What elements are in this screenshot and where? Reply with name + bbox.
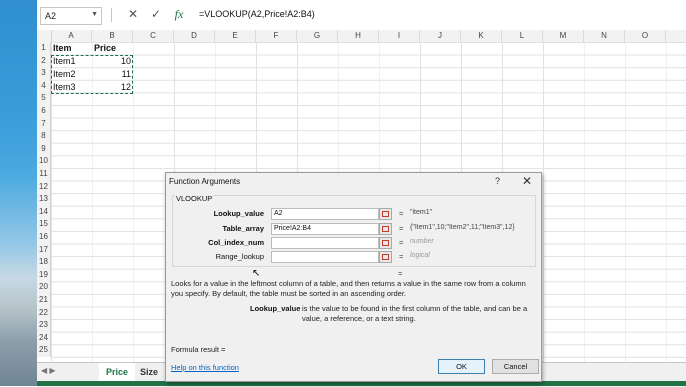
column-header-k[interactable]: K [461,30,502,42]
argument-description-text: is the value to be found in the first co… [302,304,528,323]
cancel-button[interactable]: Cancel [492,359,539,374]
range-lookup-label: Range_lookup [215,252,264,261]
column-header-d[interactable]: D [174,30,215,42]
column-header-i[interactable]: I [379,30,420,42]
ok-button[interactable]: OK [438,359,485,374]
row-header-3[interactable]: 3 [37,67,51,80]
cell-a1[interactable]: Item [53,42,72,54]
column-header-e[interactable]: E [215,30,256,42]
lookup-value-equals: = [399,209,404,218]
row-header-16[interactable]: 16 [37,231,51,244]
chevron-down-icon[interactable]: ▼ [91,11,98,18]
col-index-num-equals: = [399,238,404,247]
row-header-6[interactable]: 6 [37,105,51,118]
formula-result: Formula result = [171,345,226,354]
range-lookup-equals: = [399,252,404,261]
lookup-value-label: Lookup_value [213,209,264,218]
column-header-f[interactable]: F [256,30,297,42]
column-header-m[interactable]: M [543,30,584,42]
table-array-result: {"Item1",10;"Item2",11;"Item3",12} [410,224,515,231]
column-header-n[interactable]: N [584,30,625,42]
col-index-num-result: number [410,238,434,245]
argument-description-name: Lookup_value [250,304,301,313]
sheet-tab-price[interactable]: Price [99,363,136,383]
sheet-tab-size[interactable]: Size [133,363,165,381]
row-header-21[interactable]: 21 [37,294,51,307]
lookup-value-result: "item1" [410,209,433,216]
row-header-25[interactable]: 25 [37,344,51,357]
formula-bar-separator [111,8,112,22]
col-index-num-input[interactable] [271,237,379,249]
row-header-19[interactable]: 19 [37,268,51,282]
row-header-24[interactable]: 24 [37,331,51,345]
column-header-j[interactable]: J [420,30,461,42]
row-header-22[interactable]: 22 [37,306,51,320]
row-header-9[interactable]: 9 [37,142,51,156]
row-header-15[interactable]: 15 [37,218,51,231]
column-header-a[interactable]: A [51,30,92,42]
help-on-function-link[interactable]: Help on this function [171,363,239,372]
lookup-value-collapse-icon[interactable] [379,208,392,220]
mouse-pointer-icon: ↖ [252,268,261,279]
table-array-equals: = [399,224,404,233]
lookup-value-text: A2 [274,210,283,217]
row-header-20[interactable]: 20 [37,281,51,294]
column-header-o[interactable]: O [625,30,666,42]
column-header-b[interactable]: B [92,30,133,42]
lookup-value-input[interactable]: A2 [271,208,379,220]
function-name-label: VLOOKUP [175,194,214,203]
cancel-entry-icon[interactable]: ✕ [125,6,141,22]
column-header-c[interactable]: C [133,30,174,42]
row-header-23[interactable]: 23 [37,319,51,332]
help-icon[interactable]: ? [495,176,500,186]
dialog-title: Function Arguments [169,177,241,186]
name-box[interactable]: A2 ▼ [40,7,102,25]
row-header-4[interactable]: 4 [37,79,51,93]
insert-function-icon[interactable]: fx [171,6,187,22]
col-index-num-collapse-icon[interactable] [379,237,392,249]
range-lookup-input[interactable] [271,251,379,263]
range-lookup-result: logical [410,252,430,259]
row-header-12[interactable]: 12 [37,180,51,194]
desktop-background [0,0,37,386]
row-header-11[interactable]: 11 [37,168,51,181]
range-lookup-collapse-icon[interactable] [379,251,392,263]
row-header-13[interactable]: 13 [37,193,51,206]
function-arguments-dialog: Function Arguments ? ✕ VLOOKUP Lookup_va… [165,172,542,382]
table-array-label: Table_array [222,224,264,233]
formula-input[interactable]: =VLOOKUP(A2,Price!A2:B4) [195,7,683,23]
table-array-collapse-icon[interactable] [379,223,392,235]
name-box-value: A2 [45,11,57,21]
column-header-h[interactable]: H [338,30,379,42]
row-header-2[interactable]: 2 [37,54,51,68]
formula-text: =VLOOKUP(A2,Price!A2:B4) [199,9,315,19]
select-all-corner[interactable] [37,30,52,42]
row-header-5[interactable]: 5 [37,92,51,105]
table-array-input[interactable]: Price!A2:B4 [271,223,379,235]
row-header-8[interactable]: 8 [37,130,51,143]
formula-bar: A2 ▼ ✕ ✓ fx =VLOOKUP(A2,Price!A2:B4) [37,0,686,31]
table-array-text: Price!A2:B4 [274,225,311,232]
cell-b1[interactable]: Price [94,42,116,54]
row-header-14[interactable]: 14 [37,205,51,219]
close-icon[interactable]: ✕ [522,174,532,188]
row-header-1[interactable]: 1 [37,42,51,55]
row-header-10[interactable]: 10 [37,155,51,168]
function-result-equals: = [398,269,403,278]
column-header-g[interactable]: G [297,30,338,42]
enter-entry-icon[interactable]: ✓ [148,6,164,22]
row-header-7[interactable]: 7 [37,117,51,131]
row-header-17[interactable]: 17 [37,243,51,257]
col-index-num-label: Col_index_num [208,238,264,247]
function-description: Looks for a value in the leftmost column… [171,279,526,298]
sheet-nav-arrows-icon[interactable]: ◀ ▶ [41,366,56,375]
copy-marquee-range [51,54,133,95]
row-header-18[interactable]: 18 [37,256,51,269]
column-header-l[interactable]: L [502,30,543,42]
